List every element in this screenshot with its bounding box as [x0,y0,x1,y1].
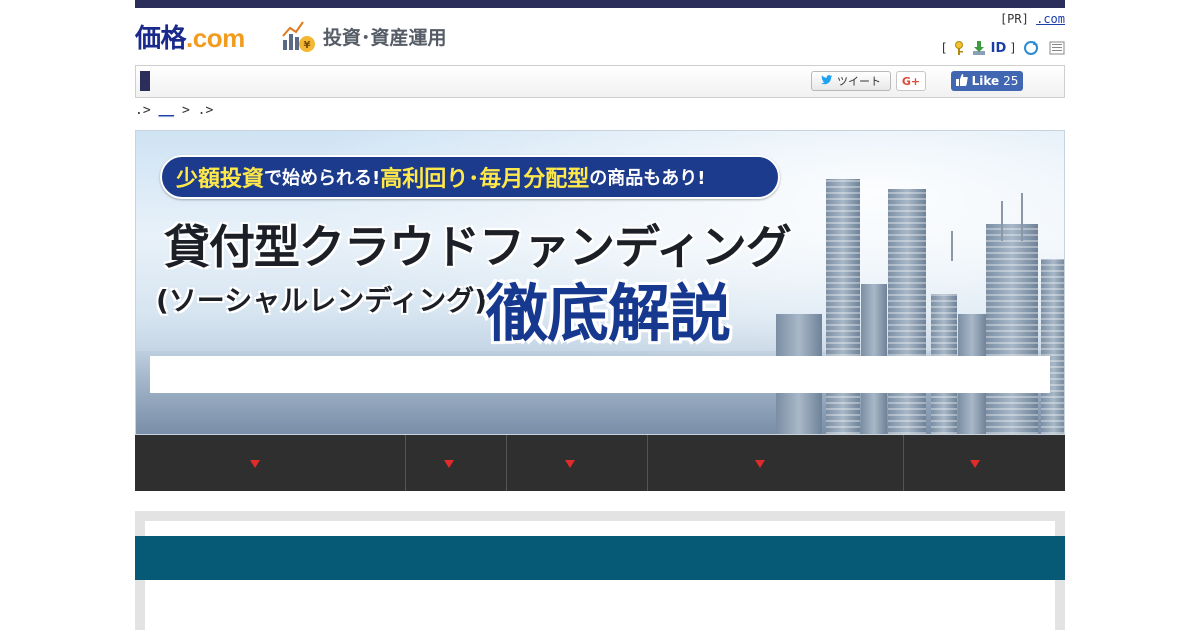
breadcrumb: .> __ > .> [135,103,213,118]
facebook-thumb-icon [955,73,968,89]
tagline-text: の商品もあり! [589,168,706,189]
pr-label: [PR] [999,12,1029,26]
google-plus-button[interactable]: G+ [896,71,926,91]
triangle-down-icon [250,460,260,468]
building [826,179,860,434]
breadcrumb-separator: .> [197,103,214,118]
pr-notice: [PR] .com [1000,12,1065,26]
id-link[interactable]: ID [991,41,1007,56]
svg-text:¥: ¥ [304,40,311,51]
bar-chart-yen-icon: ¥ [281,18,317,54]
content-section [135,511,1065,630]
triangle-down-icon [444,460,454,468]
logo-text-dotcom: .com [186,23,245,53]
share-bar-marker [140,71,150,91]
key-icon[interactable] [951,40,967,56]
like-label: Like [971,74,1000,88]
triangle-down-icon [970,460,980,468]
bracket-open: [ [941,41,947,55]
utility-links: [ ID ] [942,40,1065,56]
twitter-bird-icon [821,74,833,88]
hero-tagline-pill: 少額投資 で始められる! 高利回り･毎月分配型 の商品もあり! [160,155,780,199]
crane [1021,193,1023,241]
nav-item-2[interactable] [406,435,507,491]
site-logo[interactable]: 価格.com [135,18,245,55]
pr-link[interactable]: .com [1036,12,1065,26]
section-title: 投資･資産運用 [323,26,447,49]
nav-item-3[interactable] [507,435,648,491]
breadcrumb-separator: > [181,103,190,118]
tagline-text: で始められる! [264,168,381,189]
building [1041,259,1064,434]
hero-banner: 少額投資 で始められる! 高利回り･毎月分配型 の商品もあり! 貸付型クラウドフ… [135,130,1065,435]
breadcrumb-separator: .> [135,103,151,118]
triangle-down-icon [755,460,765,468]
hero-title-sub: (ソーシャルレンディング) [156,284,488,317]
crane [951,231,953,261]
tagline-highlight: 高利回り･毎月分配型 [380,167,590,192]
tweet-button[interactable]: ツイート [811,71,891,91]
main-nav [135,435,1065,491]
hero-white-box [150,356,1050,393]
hero-title-emphasis: 徹底解説 [486,277,731,350]
tweet-label: ツイート [837,75,881,88]
crane [1001,201,1003,241]
breadcrumb-link[interactable]: __ [158,103,174,118]
share-bar: ツイート G+ Like 25 [135,65,1065,98]
like-count: 25 [1003,74,1019,88]
nav-item-5[interactable] [904,435,1065,491]
triangle-down-icon [565,460,575,468]
building [888,189,926,434]
facebook-like-button[interactable]: Like 25 [951,71,1023,91]
top-accent-bar [135,0,1065,8]
refresh-icon[interactable] [1023,40,1039,56]
building [986,224,1038,434]
nav-item-4[interactable] [648,435,904,491]
nav-item-1[interactable] [135,435,406,491]
download-icon[interactable] [971,40,987,56]
gplus-label: G+ [901,74,921,88]
tagline-highlight: 少額投資 [176,167,265,192]
section-logo[interactable]: ¥ 投資･資産運用 [281,18,447,54]
section-heading-band [135,536,1065,580]
list-icon[interactable] [1049,40,1065,56]
bracket-close: ] [1010,41,1015,55]
site-header: 価格.com ¥ 投資･資産運用 [PR] .com [ ID ] [135,8,1065,64]
logo-text-kakaku: 価格 [135,23,187,53]
